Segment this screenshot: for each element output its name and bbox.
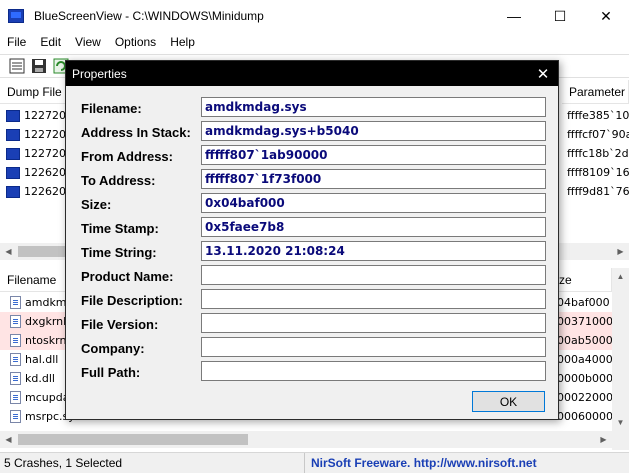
dialog-title: Properties bbox=[72, 66, 127, 81]
driver-size: 00060000 bbox=[557, 410, 613, 423]
parameter-cell: ffff8109`16 bbox=[567, 166, 629, 179]
status-bar: 5 Crashes, 1 Selected NirSoft Freeware. … bbox=[0, 452, 629, 473]
parameter-cell: ffff9d81`76 bbox=[567, 185, 629, 198]
dump-file-icon bbox=[6, 128, 20, 141]
driver-filename: dxgkrnl. bbox=[25, 315, 70, 328]
column-header-size[interactable]: ze bbox=[552, 268, 612, 292]
driver-filename: kd.dll bbox=[25, 372, 55, 385]
size-label: Size: bbox=[81, 197, 112, 212]
menu-file[interactable]: File bbox=[0, 35, 33, 49]
menu-view[interactable]: View bbox=[68, 35, 108, 49]
menu-bar: File Edit View Options Help bbox=[0, 32, 629, 52]
time-string-label: Time String: bbox=[81, 245, 157, 260]
scroll-down-icon[interactable]: ▼ bbox=[612, 414, 629, 431]
crash-count-status: 5 Crashes, 1 Selected bbox=[0, 453, 305, 473]
to-address-field[interactable]: fffff807`1f73f000 bbox=[201, 169, 546, 189]
to-address-label: To Address: bbox=[81, 173, 156, 188]
close-button[interactable]: ✕ bbox=[583, 0, 629, 32]
scroll-left-icon[interactable]: ◀ bbox=[0, 431, 17, 448]
company-field[interactable] bbox=[201, 337, 546, 357]
driver-filename: ntoskrnl bbox=[25, 334, 70, 347]
window-controls: — ☐ ✕ bbox=[491, 0, 629, 32]
address-in-stack-label: Address In Stack: bbox=[81, 125, 191, 140]
parameter-cell: ffffcf07`90a bbox=[567, 128, 629, 141]
column-header-parameter[interactable]: Parameter bbox=[562, 80, 629, 104]
full-path-field[interactable] bbox=[201, 361, 546, 381]
ok-button[interactable]: OK bbox=[472, 391, 545, 412]
parameter-cell: ffffe385`10 bbox=[567, 109, 629, 122]
from-address-field[interactable]: fffff807`1ab90000 bbox=[201, 145, 546, 165]
product-name-label: Product Name: bbox=[81, 269, 174, 284]
company-label: Company: bbox=[81, 341, 145, 356]
maximize-button[interactable]: ☐ bbox=[537, 0, 583, 32]
lower-vertical-scrollbar[interactable]: ▲ ▼ bbox=[612, 268, 629, 450]
dump-file-icon bbox=[6, 109, 20, 122]
scroll-right-icon[interactable]: ▶ bbox=[595, 431, 612, 448]
dump-file-icon bbox=[6, 166, 20, 179]
lower-horizontal-scrollbar[interactable]: ◀ ▶ bbox=[0, 431, 612, 448]
properties-icon[interactable] bbox=[8, 57, 26, 75]
file-icon bbox=[10, 410, 21, 423]
driver-size: 00371000 bbox=[557, 315, 613, 328]
dump-file-icon bbox=[6, 147, 20, 160]
file-icon bbox=[10, 315, 21, 328]
time-string-field[interactable]: 13.11.2020 21:08:24 bbox=[201, 241, 546, 261]
address-in-stack-field[interactable]: amdkmdag.sys+b5040 bbox=[201, 121, 546, 141]
nirsoft-link[interactable]: NirSoft Freeware. http://www.nirsoft.net bbox=[305, 456, 537, 470]
parameter-cell: ffffc18b`2d bbox=[567, 147, 629, 160]
filename-label: Filename: bbox=[81, 101, 142, 116]
menu-help[interactable]: Help bbox=[163, 35, 202, 49]
file-icon bbox=[10, 372, 21, 385]
size-field[interactable]: 0x04baf000 bbox=[201, 193, 546, 213]
bluescreenview-app-icon bbox=[8, 9, 24, 23]
file-description-field[interactable] bbox=[201, 289, 546, 309]
time-stamp-field[interactable]: 0x5faee7b8 bbox=[201, 217, 546, 237]
file-version-label: File Version: bbox=[81, 317, 159, 332]
file-icon bbox=[10, 334, 21, 347]
minimize-button[interactable]: — bbox=[491, 0, 537, 32]
driver-size: 00ab5000 bbox=[557, 334, 613, 347]
file-icon bbox=[10, 391, 21, 404]
driver-filename: hal.dll bbox=[25, 353, 59, 366]
scroll-up-icon[interactable]: ▲ bbox=[612, 268, 629, 285]
file-icon bbox=[10, 296, 21, 309]
product-name-field[interactable] bbox=[201, 265, 546, 285]
window-title: BlueScreenView - C:\WINDOWS\Minidump bbox=[34, 9, 264, 23]
scrollbar-thumb[interactable] bbox=[18, 434, 248, 445]
from-address-label: From Address: bbox=[81, 149, 173, 164]
file-version-field[interactable] bbox=[201, 313, 546, 333]
title-bar: BlueScreenView - C:\WINDOWS\Minidump — ☐… bbox=[0, 0, 629, 32]
dialog-close-icon[interactable]: ✕ bbox=[528, 61, 558, 86]
driver-size: 04baf000 bbox=[557, 296, 610, 309]
filename-field[interactable]: amdkmdag.sys bbox=[201, 97, 546, 117]
driver-filename: mcupda bbox=[25, 391, 70, 404]
dialog-title-bar: Properties ✕ bbox=[66, 61, 558, 86]
save-icon[interactable] bbox=[30, 57, 48, 75]
menu-options[interactable]: Options bbox=[108, 35, 163, 49]
full-path-label: Full Path: bbox=[81, 365, 141, 380]
driver-size: 0000b000 bbox=[557, 372, 613, 385]
file-icon bbox=[10, 353, 21, 366]
scroll-right-icon[interactable]: ▶ bbox=[612, 243, 629, 260]
file-description-label: File Description: bbox=[81, 293, 183, 308]
dump-file-icon bbox=[6, 185, 20, 198]
time-stamp-label: Time Stamp: bbox=[81, 221, 159, 236]
driver-size: 00022000 bbox=[557, 391, 613, 404]
menu-edit[interactable]: Edit bbox=[33, 35, 68, 49]
column-header-dump-file[interactable]: Dump File bbox=[0, 80, 70, 104]
column-header-filename[interactable]: Filename bbox=[0, 268, 70, 292]
scroll-left-icon[interactable]: ◀ bbox=[0, 243, 17, 260]
driver-size: 000a4000 bbox=[557, 353, 613, 366]
properties-dialog: Properties ✕ Filename: amdkmdag.sys Addr… bbox=[65, 60, 559, 420]
